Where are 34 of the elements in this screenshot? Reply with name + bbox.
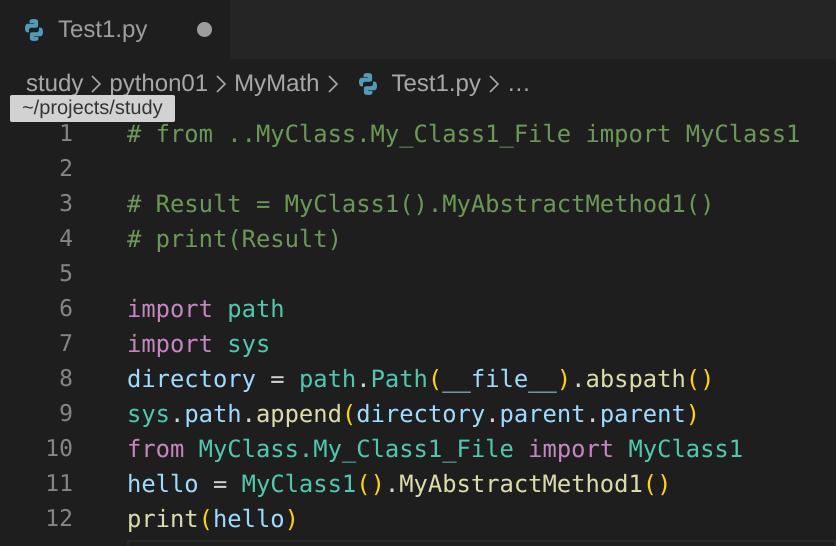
- code-line: import sys: [127, 330, 270, 358]
- breadcrumb-item[interactable]: MyMath: [234, 70, 320, 98]
- chevron-right-icon: [214, 74, 228, 94]
- code-line: from MyClass.My_Class1_File import MyClass1: [127, 434, 744, 462]
- line-number: 8: [58, 366, 73, 392]
- line-number: 9: [58, 400, 73, 426]
- path-tooltip: ~/projects/study: [10, 95, 175, 122]
- code-line: import path: [127, 294, 285, 322]
- code-line: # from ..MyClass.My_Class1_File import MyClass1: [127, 120, 800, 148]
- line-number: 10: [44, 436, 73, 462]
- breadcrumb-item[interactable]: …: [506, 70, 531, 98]
- line-number: 4: [58, 226, 73, 252]
- breadcrumb-item[interactable]: python01: [109, 70, 208, 98]
- python-icon: [22, 18, 46, 42]
- code-line: print(hello): [127, 504, 299, 532]
- chevron-right-icon: [89, 74, 104, 94]
- breadcrumb-item[interactable]: study: [26, 70, 84, 98]
- breadcrumb-item[interactable]: Test1.py: [392, 70, 481, 98]
- code-line: hello = MyClass1().MyAbstractMethod1(): [127, 470, 672, 498]
- code-line: # print(Result): [127, 224, 342, 252]
- line-number: 7: [58, 330, 73, 356]
- line-number: 3: [58, 190, 73, 216]
- code-line: directory = path.Path(__file__).abspath(): [127, 364, 714, 392]
- line-number: 6: [58, 296, 73, 322]
- chevron-right-icon: [326, 74, 340, 94]
- line-number: 1: [58, 120, 73, 146]
- line-number: 5: [58, 260, 73, 286]
- code-line: sys.path.append(directory.parent.parent): [127, 400, 700, 428]
- line-number: 2: [58, 156, 73, 182]
- editor-tab[interactable]: Test1.py: [0, 0, 230, 59]
- line-number: 11: [44, 470, 73, 496]
- line-number: 12: [44, 506, 73, 532]
- chevron-right-icon: [486, 74, 501, 94]
- code-line: # Result = MyClass1().MyAbstractMethod1(): [127, 190, 714, 218]
